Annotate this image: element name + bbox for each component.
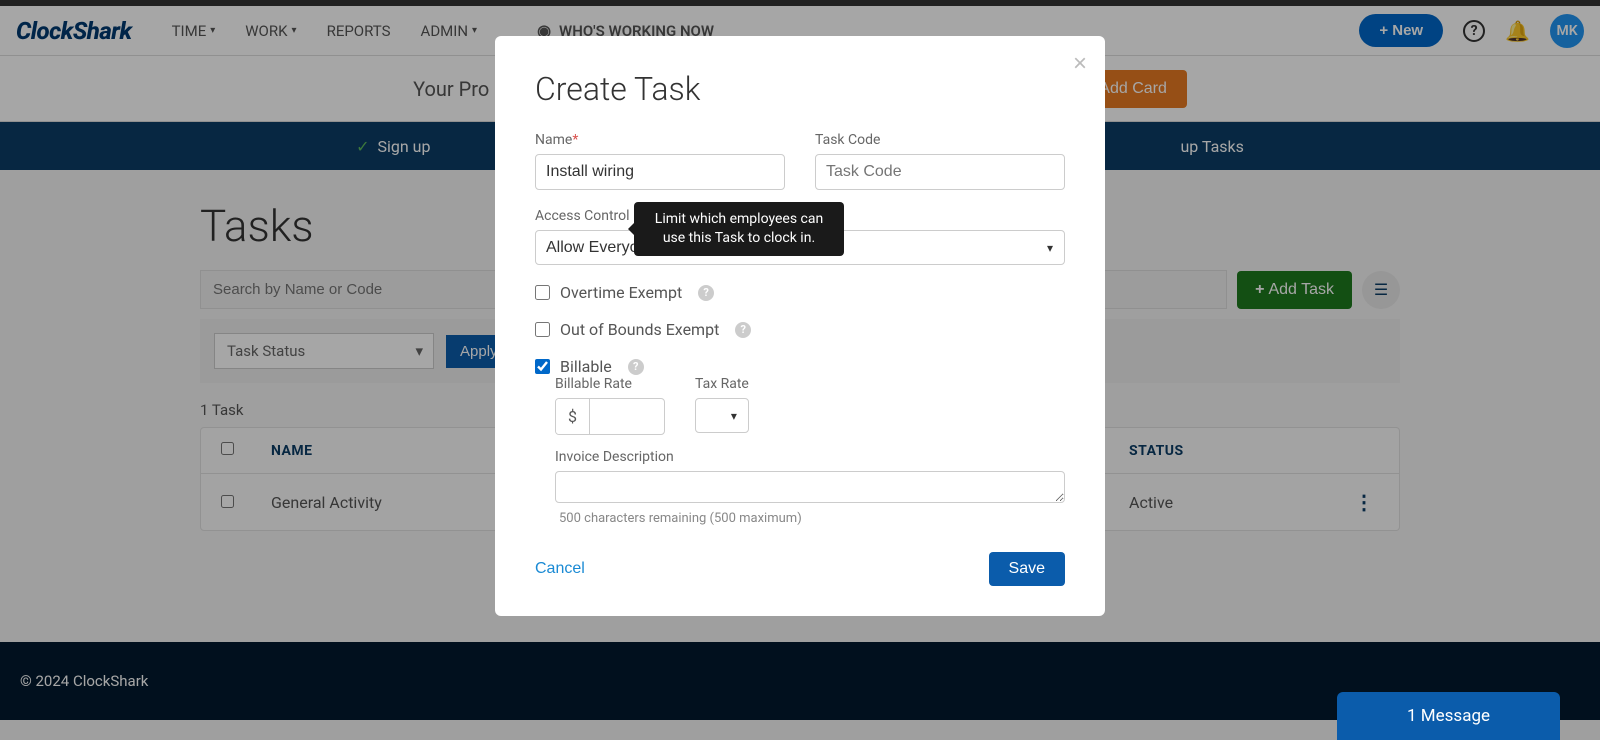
oob-exempt-checkbox[interactable]	[535, 322, 550, 337]
help-icon[interactable]: ?	[698, 285, 714, 301]
task-code-label: Task Code	[815, 132, 1065, 148]
billable-label: Billable	[560, 357, 612, 376]
modal-title: Create Task	[535, 70, 1065, 108]
tax-rate-select[interactable]	[695, 398, 749, 433]
overtime-exempt-checkbox[interactable]	[535, 285, 550, 300]
char-hint: 500 characters remaining (500 maximum)	[559, 511, 1065, 526]
access-control-tooltip: Limit which employees can use this Task …	[634, 202, 844, 256]
cancel-button[interactable]: Cancel	[535, 560, 585, 578]
oob-exempt-label: Out of Bounds Exempt	[560, 320, 719, 339]
name-label: Name*	[535, 132, 785, 148]
billable-checkbox[interactable]	[535, 359, 550, 374]
messages-badge[interactable]: 1 Message	[1337, 692, 1560, 740]
help-icon[interactable]: ?	[735, 322, 751, 338]
close-icon[interactable]: ×	[1073, 50, 1087, 78]
save-button[interactable]: Save	[989, 552, 1065, 586]
invoice-desc-label: Invoice Description	[555, 449, 1065, 465]
help-icon[interactable]: ?	[628, 359, 644, 375]
overtime-exempt-label: Overtime Exempt	[560, 283, 682, 302]
billable-rate-input-wrap: $	[555, 398, 665, 435]
tax-rate-label: Tax Rate	[695, 376, 749, 392]
invoice-desc-input[interactable]	[555, 471, 1065, 503]
name-input[interactable]	[535, 154, 785, 190]
currency-prefix: $	[556, 399, 590, 434]
task-code-input[interactable]	[815, 154, 1065, 190]
billable-rate-input[interactable]	[590, 399, 650, 434]
billable-rate-label: Billable Rate	[555, 376, 665, 392]
create-task-modal: × Create Task Name* Task Code Access Con…	[495, 36, 1105, 616]
